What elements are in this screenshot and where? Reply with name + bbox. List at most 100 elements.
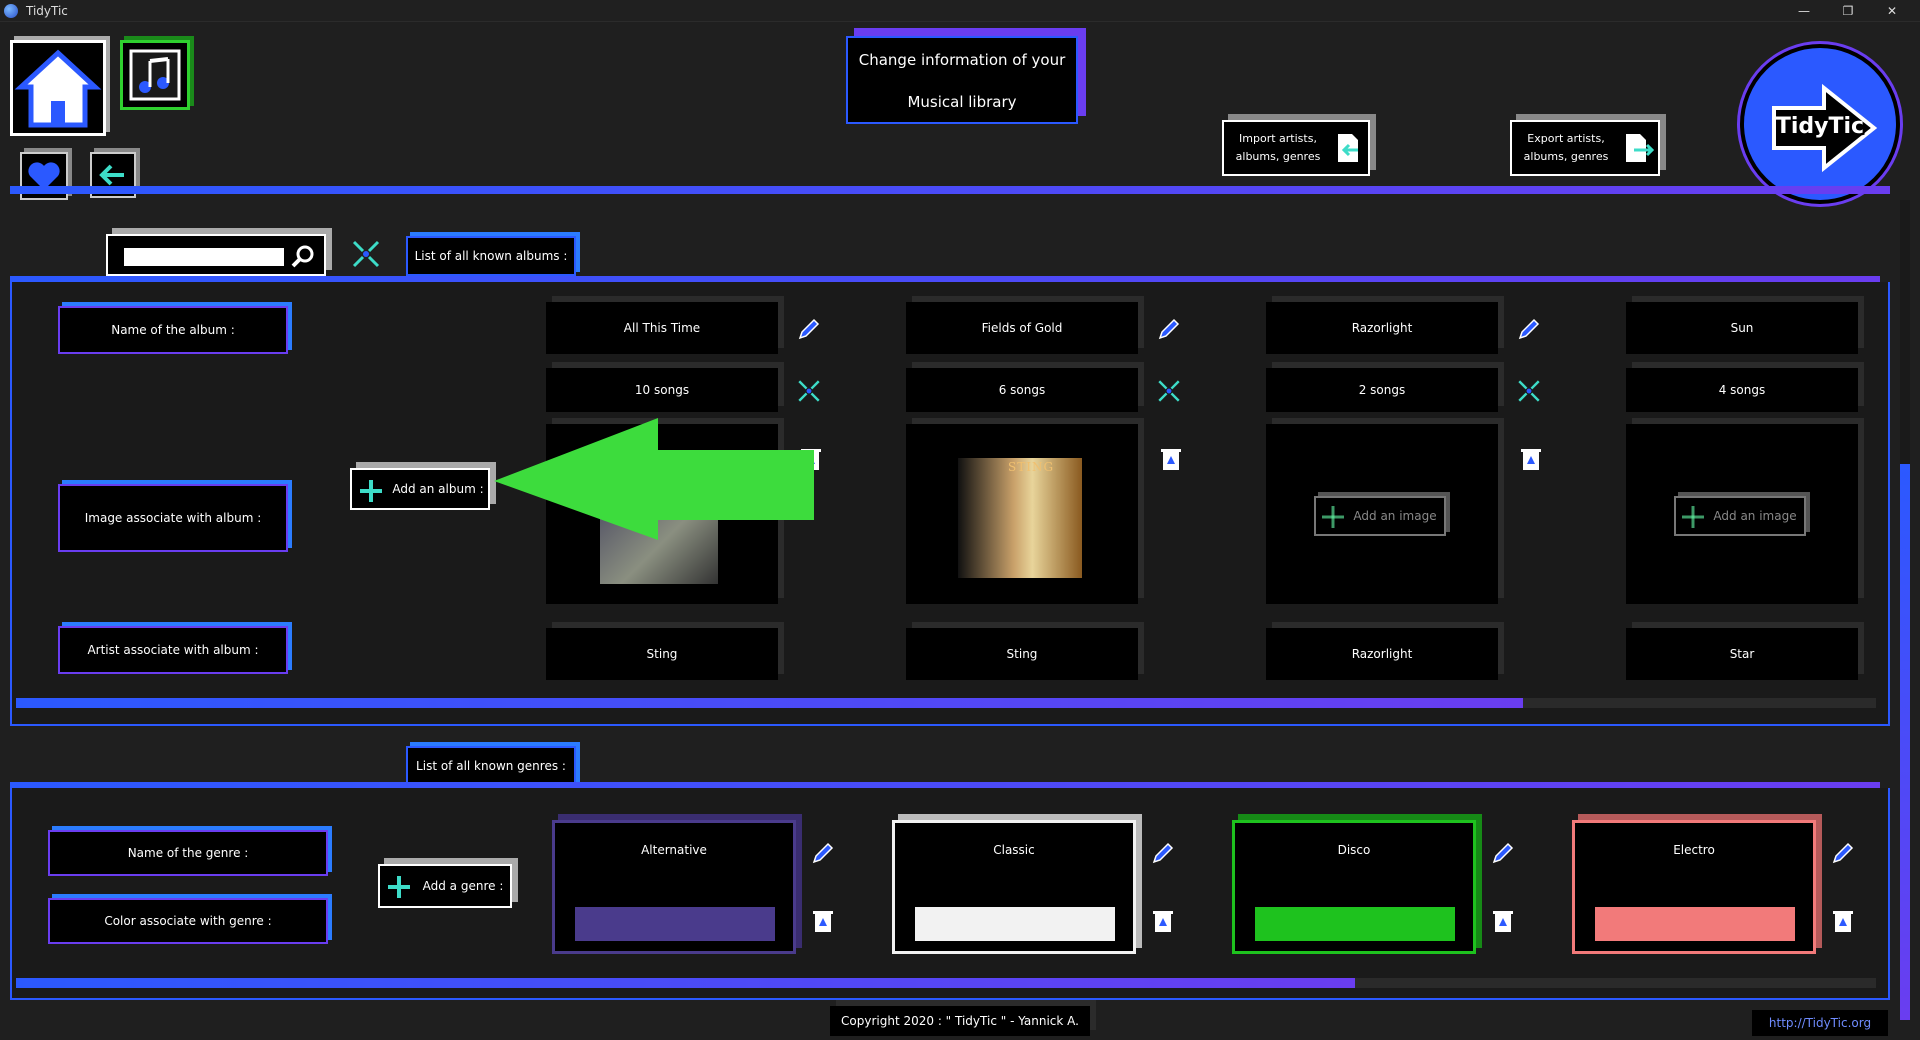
export-file-icon	[1626, 134, 1654, 162]
add-image-label: Add an image	[1713, 509, 1797, 523]
genre-color-swatch[interactable]	[915, 907, 1115, 941]
trash-icon[interactable]	[1832, 908, 1854, 934]
edit-pencil-icon[interactable]	[1516, 316, 1542, 342]
genre-card: Electro	[1572, 820, 1816, 954]
edit-pencil-icon[interactable]	[810, 840, 836, 866]
album-song-count: 2 songs	[1266, 368, 1498, 412]
genre-name: Classic	[993, 843, 1035, 857]
add-album-button[interactable]: Add an album :	[350, 468, 490, 510]
albums-scrollbar-thumb[interactable]	[16, 698, 1523, 708]
album-image-card: Add an image	[1626, 424, 1858, 604]
plus-icon	[1322, 506, 1344, 528]
music-edit-icon	[129, 49, 181, 101]
window-titlebar: TidyTic — ❐ ✕	[0, 0, 1920, 22]
copyright-text: Copyright 2020 : " TidyTic " - Yannick A…	[830, 1006, 1090, 1036]
trash-icon[interactable]	[1152, 908, 1174, 934]
search-icon[interactable]	[290, 244, 316, 270]
album-name-label: Name of the album :	[58, 306, 288, 354]
genres-scrollbar-thumb[interactable]	[16, 978, 1356, 988]
album-image-card: STING	[906, 424, 1138, 604]
app-icon	[4, 4, 18, 18]
trash-icon[interactable]	[1492, 908, 1514, 934]
genre-name: Alternative	[641, 843, 707, 857]
green-arrow-annotation	[494, 418, 814, 540]
page-scrollbar-thumb[interactable]	[1900, 464, 1910, 1020]
tidytic-logo: TidyTic	[1740, 44, 1900, 204]
expand-icon[interactable]	[1156, 378, 1182, 404]
edit-pencil-icon[interactable]	[1156, 316, 1182, 342]
album-artist: Sting	[546, 628, 778, 680]
cover-text: STING	[1008, 460, 1055, 474]
album-cover-image: STING	[958, 458, 1082, 578]
plus-icon	[388, 876, 410, 898]
genre-color-swatch[interactable]	[1595, 907, 1795, 941]
home-button[interactable]	[10, 40, 106, 136]
genre-color-label: Color associate with genre :	[48, 898, 328, 944]
import-file-icon	[1338, 134, 1358, 162]
header-divider	[10, 186, 1890, 194]
album-image-label: Image associate with album :	[58, 484, 288, 552]
import-button[interactable]: Import artists, albums, genres	[1222, 120, 1370, 176]
expand-icon[interactable]	[1516, 378, 1542, 404]
expand-icon[interactable]	[796, 378, 822, 404]
genre-name: Electro	[1673, 843, 1715, 857]
edit-pencil-icon[interactable]	[1150, 840, 1176, 866]
genre-card: Alternative	[552, 820, 796, 954]
album-artist-label: Artist associate with album :	[58, 626, 288, 674]
banner-line1: Change information of your	[858, 51, 1066, 69]
album-artist: Razorlight	[1266, 628, 1498, 680]
import-label-line1: Import artists,	[1239, 131, 1317, 145]
genre-color-swatch[interactable]	[1255, 907, 1455, 941]
search-box	[106, 234, 326, 276]
album-artist: Star	[1626, 628, 1858, 680]
expand-icon[interactable]	[350, 238, 382, 270]
add-genre-label: Add a genre :	[422, 879, 504, 893]
album-song-count: 4 songs	[1626, 368, 1858, 412]
trash-icon[interactable]	[1160, 446, 1182, 472]
banner-line2: Musical library	[907, 93, 1017, 111]
genre-color-swatch[interactable]	[575, 907, 775, 941]
albums-scrollbar-track[interactable]	[16, 698, 1876, 708]
window-title: TidyTic	[26, 4, 68, 18]
trash-icon[interactable]	[1520, 446, 1542, 472]
genres-section-label: List of all known genres :	[406, 746, 576, 786]
page-scrollbar-track[interactable]	[1900, 200, 1910, 1020]
genre-name: Disco	[1337, 843, 1371, 857]
edit-pencil-icon[interactable]	[1490, 840, 1516, 866]
album-image-card: Add an image	[1266, 424, 1498, 604]
logo-text: TidyTic	[1775, 113, 1865, 139]
export-label-line2: albums, genres	[1523, 149, 1609, 163]
add-image-button[interactable]: Add an image	[1314, 496, 1446, 536]
album-name: All This Time	[546, 302, 778, 354]
trash-icon[interactable]	[812, 908, 834, 934]
search-input[interactable]	[124, 248, 284, 266]
add-genre-button[interactable]: Add a genre :	[378, 864, 512, 908]
album-name: Fields of Gold	[906, 302, 1138, 354]
close-button[interactable]: ✕	[1870, 0, 1914, 22]
edit-pencil-icon[interactable]	[796, 316, 822, 342]
import-label-line2: albums, genres	[1235, 149, 1321, 163]
restore-button[interactable]: ❐	[1826, 0, 1870, 22]
edit-pencil-icon[interactable]	[1830, 840, 1856, 866]
plus-icon	[360, 480, 382, 502]
genre-card: Classic	[892, 820, 1136, 954]
genre-name-label: Name of the genre :	[48, 830, 328, 876]
genres-scrollbar-track[interactable]	[16, 978, 1876, 988]
album-name: Razorlight	[1266, 302, 1498, 354]
album-song-count: 10 songs	[546, 368, 778, 412]
export-label-line1: Export artists,	[1527, 131, 1605, 145]
album-name: Sun	[1626, 302, 1858, 354]
home-icon	[14, 49, 102, 128]
add-image-button[interactable]: Add an image	[1674, 496, 1806, 536]
website-link[interactable]: http://TidyTic.org	[1752, 1010, 1888, 1036]
album-artist: Sting	[906, 628, 1138, 680]
add-album-label: Add an album :	[392, 482, 484, 496]
add-image-label: Add an image	[1353, 509, 1437, 523]
genre-card: Disco	[1232, 820, 1476, 954]
music-edit-button[interactable]	[120, 40, 190, 110]
export-button[interactable]: Export artists, albums, genres	[1510, 120, 1660, 176]
albums-section-label: List of all known albums :	[406, 236, 576, 276]
header-banner: Change information of your Musical libra…	[846, 36, 1078, 124]
plus-icon	[1682, 506, 1704, 528]
minimize-button[interactable]: —	[1782, 0, 1826, 22]
